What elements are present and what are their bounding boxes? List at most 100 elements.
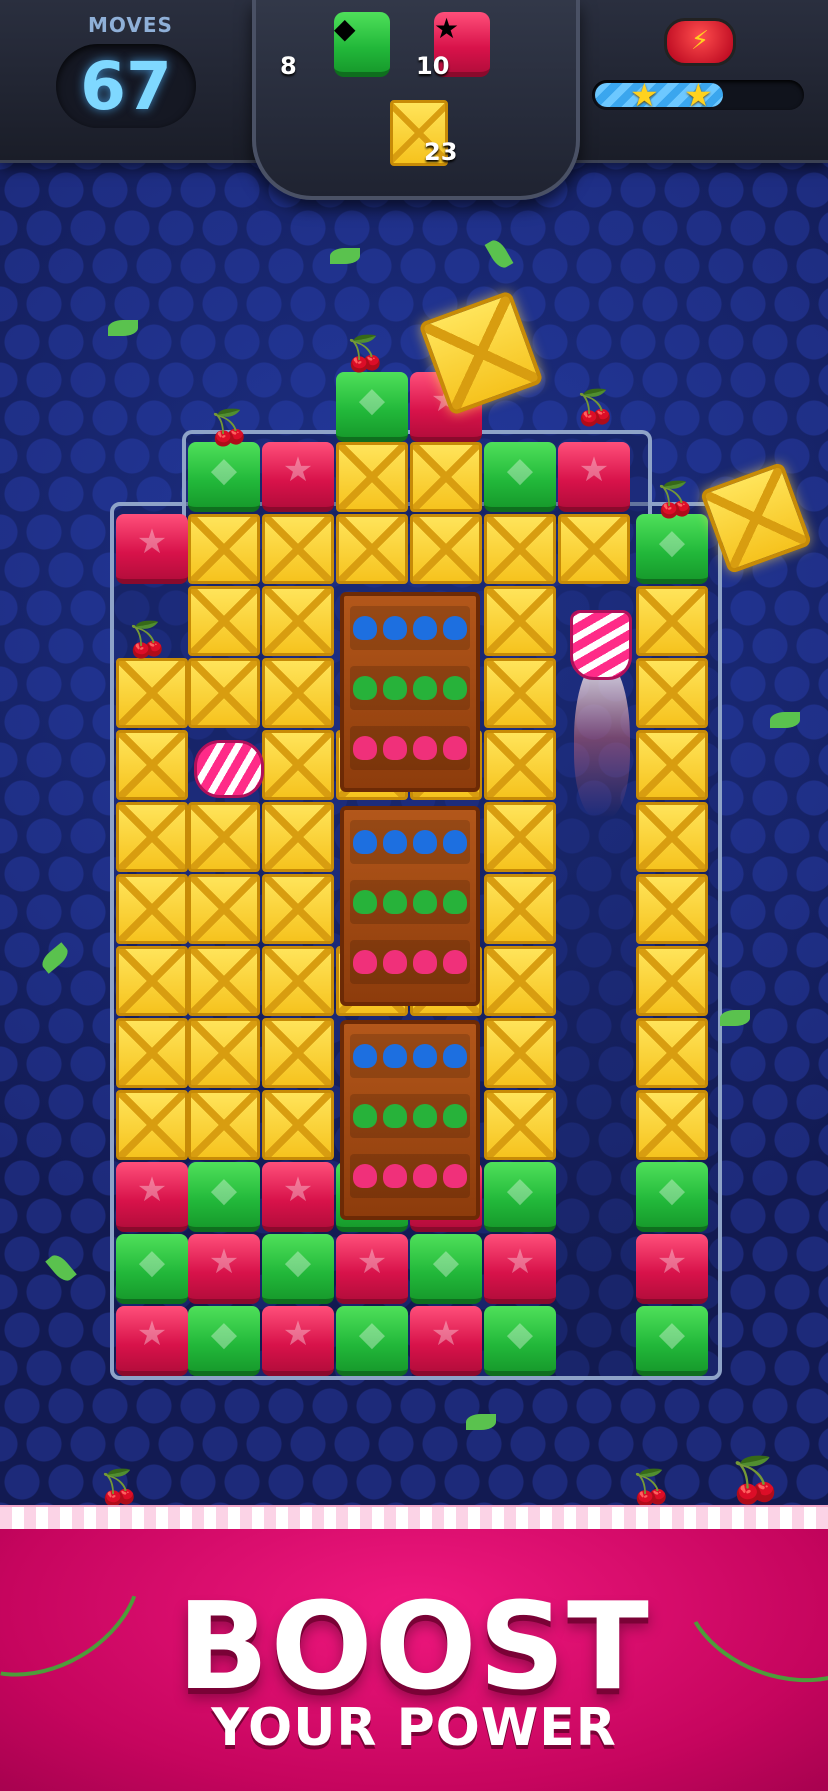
green-block-tile[interactable]: ◆ <box>636 514 708 584</box>
star-icon: ★ <box>630 76 659 114</box>
crate-tile[interactable] <box>636 586 708 656</box>
red-block-tile[interactable]: ★ <box>116 1162 188 1232</box>
crate-tile[interactable] <box>262 730 334 800</box>
striped-candy-booster[interactable] <box>194 740 264 798</box>
crate-tile[interactable] <box>116 1090 188 1160</box>
star-icon: ★ <box>136 1170 168 1210</box>
crate-tile[interactable] <box>636 946 708 1016</box>
green-block-tile[interactable]: ◆ <box>484 442 556 512</box>
diamond-icon: ◆ <box>658 1314 686 1354</box>
crate-tile[interactable] <box>116 946 188 1016</box>
crate-tile[interactable] <box>262 586 334 656</box>
red-block-tile[interactable]: ★ <box>262 442 334 512</box>
red-block-tile[interactable]: ★ <box>484 1234 556 1304</box>
moves-label: MOVES <box>88 13 173 37</box>
crate-tile[interactable] <box>188 946 260 1016</box>
crate-tile[interactable] <box>262 1090 334 1160</box>
crate-tile[interactable] <box>336 442 408 512</box>
diamond-icon: ◆ <box>284 1242 312 1282</box>
crate-tile[interactable] <box>188 874 260 944</box>
red-block-tile[interactable]: ★ <box>262 1162 334 1232</box>
green-block-tile[interactable]: ◆ <box>188 1162 260 1232</box>
crate-tile[interactable] <box>116 802 188 872</box>
green-block-tile[interactable]: ◆ <box>188 1306 260 1376</box>
star-icon: ★ <box>208 1242 240 1282</box>
red-block-tile[interactable]: ★ <box>558 442 630 512</box>
booster-button[interactable]: ⚡ <box>664 18 736 66</box>
crate-tile[interactable] <box>636 802 708 872</box>
green-block-tile[interactable]: ◆ <box>636 1162 708 1232</box>
star-icon: ★ <box>430 1314 462 1354</box>
crate-tile[interactable] <box>410 442 482 512</box>
crate-tile[interactable] <box>484 586 556 656</box>
crate-tile[interactable] <box>188 1090 260 1160</box>
crate-tile[interactable] <box>636 874 708 944</box>
crate-tile[interactable] <box>262 946 334 1016</box>
duck-row-green <box>350 666 470 710</box>
crate-tile[interactable] <box>484 1090 556 1160</box>
green-block-tile[interactable]: ◆ <box>116 1234 188 1304</box>
red-block-tile[interactable]: ★ <box>336 1234 408 1304</box>
duck-row-pink <box>350 940 470 984</box>
star-icon: ★ <box>282 1170 314 1210</box>
red-block-tile[interactable]: ★ <box>116 514 188 584</box>
crate-tile[interactable] <box>116 730 188 800</box>
cherry-icon: 🍒 <box>126 620 169 660</box>
red-block-tile[interactable]: ★ <box>116 1306 188 1376</box>
crate-tile[interactable] <box>262 1018 334 1088</box>
duck-row-pink <box>350 726 470 770</box>
duck-row-blue <box>350 1034 470 1078</box>
crate-tile[interactable] <box>484 730 556 800</box>
crate-tile[interactable] <box>410 514 482 584</box>
green-block-tile[interactable]: ◆ <box>484 1306 556 1376</box>
crate-tile[interactable] <box>188 586 260 656</box>
crate-tile[interactable] <box>484 874 556 944</box>
duck-crate <box>340 1020 480 1220</box>
green-block-tile[interactable]: ◆ <box>262 1234 334 1304</box>
crate-tile[interactable] <box>262 802 334 872</box>
crate-tile[interactable] <box>484 1018 556 1088</box>
crate-tile[interactable] <box>484 802 556 872</box>
crate-tile[interactable] <box>484 946 556 1016</box>
green-block-tile[interactable]: ◆ <box>336 1306 408 1376</box>
crate-tile[interactable] <box>116 874 188 944</box>
crate-tile[interactable] <box>558 514 630 584</box>
crate-tile[interactable] <box>116 1018 188 1088</box>
duck-crate <box>340 806 480 1006</box>
green-block-tile[interactable]: ◆ <box>636 1306 708 1376</box>
leaf-decoration <box>466 1414 496 1430</box>
crate-tile[interactable] <box>188 514 260 584</box>
crate-tile[interactable] <box>636 1018 708 1088</box>
red-block-tile[interactable]: ★ <box>262 1306 334 1376</box>
crate-tile[interactable] <box>484 514 556 584</box>
level-goals-panel: ◆ 8 ★ 10 23 <box>252 0 580 200</box>
green-block-tile[interactable]: ◆ <box>484 1162 556 1232</box>
duck-row-green <box>350 1094 470 1138</box>
star-icon: ★ <box>136 1314 168 1354</box>
crate-tile[interactable] <box>336 514 408 584</box>
crate-tile[interactable] <box>262 874 334 944</box>
crate-tile[interactable] <box>116 658 188 728</box>
crate-tile[interactable] <box>262 514 334 584</box>
diamond-icon: ◆ <box>506 1314 534 1354</box>
green-block-tile[interactable]: ◆ <box>410 1234 482 1304</box>
red-block-tile[interactable]: ★ <box>636 1234 708 1304</box>
green-block-tile[interactable]: ◆ <box>188 442 260 512</box>
crate-tile[interactable] <box>484 658 556 728</box>
crate-tile[interactable] <box>188 658 260 728</box>
red-block-tile[interactable]: ★ <box>410 1306 482 1376</box>
red-block-tile[interactable]: ★ <box>188 1234 260 1304</box>
crate-tile[interactable] <box>188 1018 260 1088</box>
rocket-booster[interactable] <box>570 610 632 680</box>
green-block-icon: ◆ <box>334 12 390 77</box>
goal-count-crate: 23 <box>424 138 458 166</box>
duck-row-blue <box>350 820 470 864</box>
crate-tile[interactable] <box>188 802 260 872</box>
moves-counter: 67 <box>56 44 196 128</box>
star-icon: ★ <box>504 1242 536 1282</box>
crate-tile[interactable] <box>262 658 334 728</box>
green-block-tile[interactable]: ◆ <box>336 372 408 442</box>
crate-tile[interactable] <box>636 658 708 728</box>
crate-tile[interactable] <box>636 730 708 800</box>
crate-tile[interactable] <box>636 1090 708 1160</box>
